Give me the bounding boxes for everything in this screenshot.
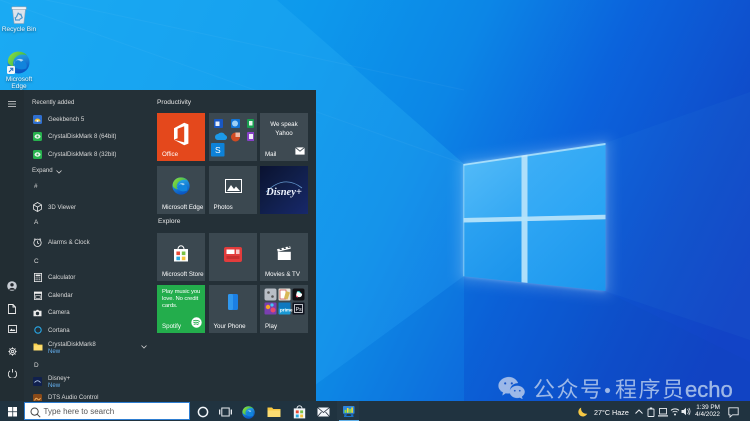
svg-text:prime: prime (280, 307, 293, 312)
svg-text:Ps: Ps (296, 307, 302, 313)
svg-text:Disney+: Disney+ (265, 187, 302, 198)
svg-text:echo: echo (685, 377, 733, 402)
svg-text:S: S (215, 145, 221, 155)
